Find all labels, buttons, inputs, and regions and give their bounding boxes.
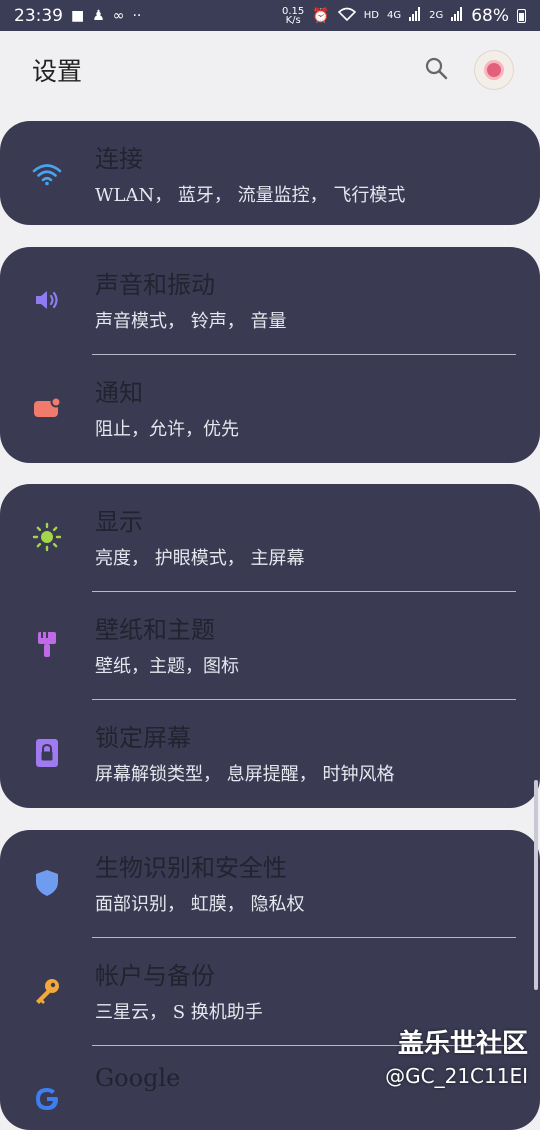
- item-title: 通知: [95, 379, 143, 407]
- item-subtitle: WLAN， 蓝牙， 流量监控， 飞行模式: [95, 185, 406, 206]
- avatar[interactable]: [474, 49, 514, 90]
- settings-item-connections[interactable]: 连接 WLAN， 蓝牙， 流量监控， 飞行模式: [0, 121, 540, 225]
- status-bar-left: 23:39 ■ ♟ ∞ ··: [14, 6, 141, 26]
- battery-percent: 68%: [471, 5, 509, 26]
- item-subtitle: 壁纸，主题，图标: [95, 656, 239, 677]
- brush-icon: [32, 630, 62, 660]
- app-bar-actions: [424, 49, 514, 90]
- link-icon: ∞: [112, 7, 125, 24]
- settings-item-display[interactable]: 显示 亮度， 护眼模式， 主屏幕: [0, 484, 540, 592]
- battery-icon: [517, 8, 526, 23]
- scrollbar-thumb[interactable]: [534, 780, 538, 990]
- status-bar-right: 0.15 K/s ⏰ HD 4G 2G 68%: [282, 6, 526, 26]
- watermark-title: 盖乐世社区: [397, 1029, 528, 1059]
- volume-icon: [32, 285, 62, 315]
- settings-group-display: 显示 亮度， 护眼模式， 主屏幕 壁纸和主题 壁纸，主题，图标 锁定屏幕 屏幕解…: [0, 484, 540, 808]
- signal-2-label: 2G: [429, 10, 444, 21]
- item-subtitle: 面部识别， 虹膜， 隐私权: [95, 894, 305, 915]
- item-title: 连接: [95, 145, 143, 173]
- page-title: 设置: [32, 56, 83, 86]
- wifi-status-icon: [337, 7, 356, 24]
- item-title: 壁纸和主题: [95, 616, 215, 644]
- item-subtitle: 三星云， S 换机助手: [95, 1002, 263, 1023]
- lock-icon: [32, 738, 62, 768]
- item-subtitle: 亮度， 护眼模式， 主屏幕: [95, 548, 305, 569]
- item-title: 帐户与备份: [95, 962, 215, 990]
- item-title: 显示: [95, 508, 143, 536]
- item-title: 生物识别和安全性: [95, 854, 287, 882]
- alarm-icon: ⏰: [312, 7, 330, 24]
- shield-icon: [32, 868, 62, 898]
- signal-1-icon: [409, 7, 421, 24]
- item-title: 声音和振动: [95, 271, 215, 299]
- settings-item-lock-screen[interactable]: 锁定屏幕 屏幕解锁类型， 息屏提醒， 时钟风格: [0, 700, 540, 808]
- status-time: 23:39: [14, 5, 63, 26]
- item-subtitle: 声音模式， 铃声， 音量: [95, 311, 287, 332]
- settings-item-biometrics-security[interactable]: 生物识别和安全性 面部识别， 虹膜， 隐私权: [0, 830, 540, 938]
- settings-item-sound[interactable]: 声音和振动 声音模式， 铃声， 音量: [0, 247, 540, 355]
- settings-item-wallpaper-themes[interactable]: 壁纸和主题 壁纸，主题，图标: [0, 592, 540, 700]
- signal-1-label: 4G: [386, 10, 402, 21]
- watermark: 盖乐世社区 @GC_21C11EI: [385, 1023, 528, 1088]
- settings-group-connections: 连接 WLAN， 蓝牙， 流量监控， 飞行模式: [0, 121, 540, 225]
- app-notification-icon: ♟: [92, 7, 105, 24]
- item-title: 锁定屏幕: [95, 724, 191, 752]
- item-title: Google: [95, 1064, 181, 1092]
- hd-label: HD: [363, 10, 379, 21]
- wifi-icon: [32, 159, 62, 189]
- settings-group-sound-notifications: 声音和振动 声音模式， 铃声， 音量 通知 阻止，允许，优先: [0, 247, 540, 463]
- signal-2-icon: [451, 7, 463, 24]
- status-bar: 23:39 ■ ♟ ∞ ·· 0.15 K/s ⏰ HD 4G 2G 68%: [0, 0, 540, 31]
- settings-item-notifications[interactable]: 通知 阻止，允许，优先: [0, 355, 540, 463]
- avatar-image: [484, 59, 504, 80]
- network-speed-unit: K/s: [285, 14, 301, 26]
- more-notifications-icon: ··: [132, 7, 142, 24]
- shopping-bag-icon: ■: [71, 7, 85, 24]
- item-subtitle: 屏幕解锁类型， 息屏提醒， 时钟风格: [95, 764, 395, 785]
- app-bar: 设置: [0, 31, 540, 108]
- item-subtitle: 阻止，允许，优先: [95, 419, 239, 440]
- brightness-icon: [32, 522, 62, 552]
- watermark-handle: @GC_21C11EI: [385, 1064, 528, 1088]
- notification-icon: [32, 393, 62, 423]
- network-speed: 0.15 K/s: [282, 6, 304, 26]
- key-icon: [32, 976, 62, 1006]
- search-icon[interactable]: [424, 56, 448, 84]
